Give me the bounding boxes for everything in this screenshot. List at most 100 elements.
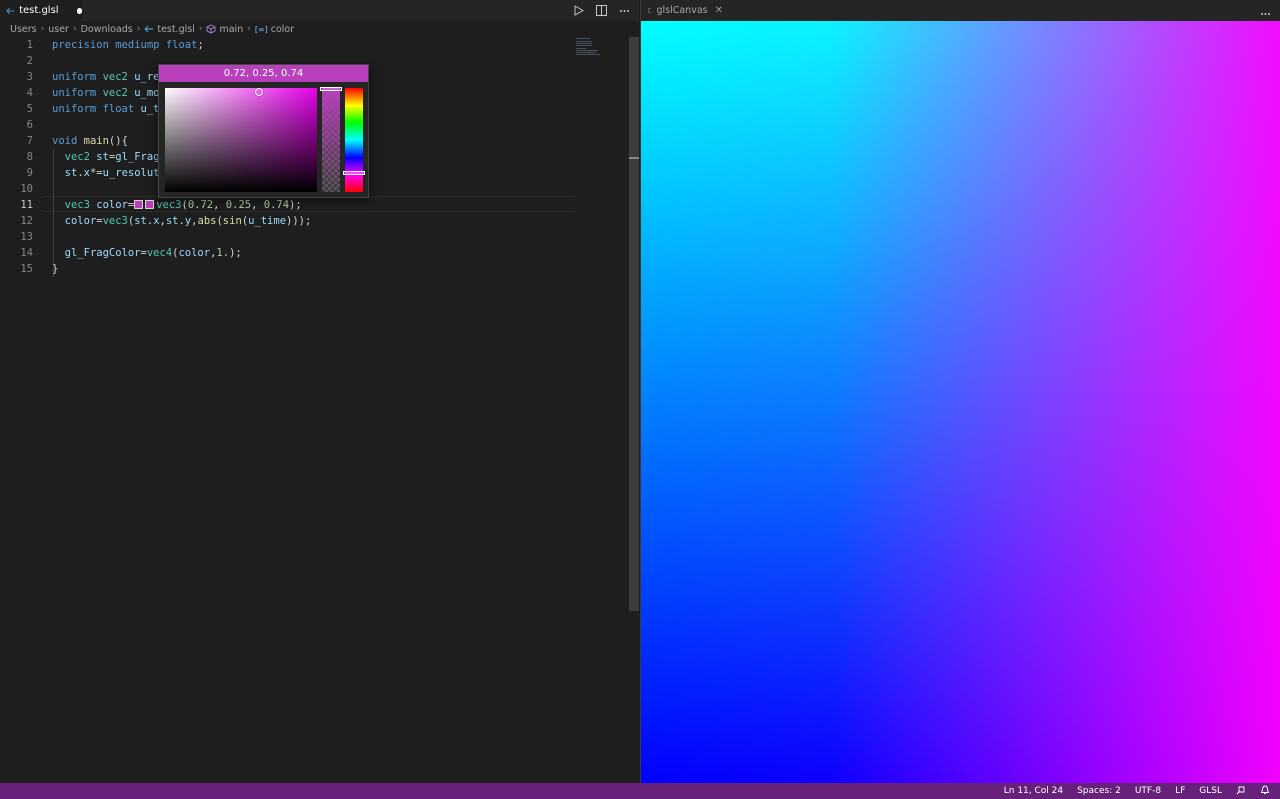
chevron-right-icon: › — [198, 24, 203, 34]
color-swatch-icon[interactable] — [145, 200, 155, 209]
code-token: vec2 — [102, 87, 128, 99]
breadcrumb: Users › user › Downloads › test.glsl › m… — [0, 21, 639, 37]
line-number: 11 — [20, 199, 33, 211]
more-actions-icon[interactable] — [618, 4, 631, 17]
line-number: 5 — [26, 103, 33, 115]
code-token: 0.72 — [187, 199, 214, 211]
breadcrumb-downloads[interactable]: Downloads — [81, 24, 133, 35]
code-text: uniform vec2 u_mo — [52, 85, 160, 101]
unsaved-dot-icon[interactable] — [76, 7, 82, 14]
code-text: uniform vec2 u_re — [52, 69, 160, 85]
minimap[interactable] — [576, 37, 626, 57]
shader-canvas[interactable] — [641, 21, 1280, 783]
code-token: ; — [197, 39, 204, 51]
code-token: float — [165, 39, 198, 51]
code-line[interactable]: 1 precision mediump float; — [0, 37, 628, 53]
indentation[interactable]: Spaces: 2 — [1077, 786, 1121, 796]
color-value-header[interactable]: 0.72, 0.25, 0.74 — [159, 65, 368, 82]
saturation-handle[interactable] — [255, 88, 263, 96]
code-token: abs — [197, 215, 217, 227]
code-token: st — [64, 167, 78, 179]
code-token: (){ — [108, 135, 128, 147]
editor-actions — [572, 0, 631, 21]
tab-glslcanvas[interactable]: glslCanvas ✕ — [641, 0, 723, 21]
code-token: u_mo — [134, 87, 160, 99]
code-text: } — [52, 261, 58, 277]
code-token: gl_FragColor — [64, 247, 141, 259]
breadcrumb-color[interactable]: color — [271, 24, 294, 35]
language-mode[interactable]: GLSL — [1199, 786, 1222, 796]
color-swatch-icon[interactable] — [134, 200, 144, 209]
code-text: void main(){ — [52, 133, 128, 149]
preview-tab-bar: glslCanvas ✕ — [641, 0, 1280, 21]
code-text: precision mediump float; — [52, 37, 204, 53]
hue-slider-handle[interactable] — [343, 171, 365, 175]
breadcrumb-user[interactable]: user — [48, 24, 69, 35]
split-editor-icon[interactable] — [595, 4, 608, 17]
code-token: } — [52, 263, 59, 275]
run-icon[interactable] — [572, 4, 585, 17]
chevron-right-icon: › — [136, 24, 141, 34]
code-token: 1. — [216, 247, 230, 259]
code-token: , — [251, 199, 264, 211]
code-token: uniform — [52, 103, 97, 115]
line-number: 1 — [26, 39, 33, 51]
code-token: st — [96, 151, 109, 163]
code-token: sin — [222, 215, 242, 227]
line-number: 9 — [26, 167, 33, 179]
close-icon[interactable]: ✕ — [715, 5, 723, 16]
saturation-brightness-box[interactable] — [165, 88, 317, 192]
tab-label: glslCanvas — [656, 5, 708, 16]
vertical-scrollbar[interactable] — [629, 37, 639, 611]
cursor-position[interactable]: Ln 11, Col 24 — [1004, 786, 1063, 796]
color-picker[interactable]: 0.72, 0.25, 0.74 — [158, 64, 369, 198]
encoding[interactable]: UTF-8 — [1135, 786, 1161, 796]
opacity-slider-handle[interactable] — [320, 87, 342, 91]
code-token: 0.74 — [263, 199, 290, 211]
file-icon — [648, 8, 652, 13]
color-value-text: 0.72, 0.25, 0.74 — [223, 68, 304, 79]
hue-slider[interactable] — [345, 88, 363, 192]
code-token: u_resolut — [102, 167, 160, 179]
code-text: gl_FragColor=vec4(color,1.); — [52, 245, 242, 261]
code-token: uniform — [52, 71, 97, 83]
end-of-line[interactable]: LF — [1175, 786, 1185, 796]
code-token: 0.25 — [225, 199, 252, 211]
feedback-icon[interactable] — [1236, 785, 1246, 798]
code-line[interactable]: 13 — [0, 229, 628, 245]
bell-icon[interactable] — [1260, 785, 1270, 798]
tab-test-glsl[interactable]: test.glsl — [0, 0, 82, 21]
code-token: main — [83, 135, 109, 147]
code-token: void — [52, 135, 78, 147]
line-number: 14 — [20, 247, 33, 259]
line-number: 13 — [20, 231, 33, 243]
line-number: 8 — [26, 151, 33, 163]
opacity-slider[interactable] — [322, 88, 340, 192]
breadcrumb-users[interactable]: Users — [10, 24, 37, 35]
code-text: color=vec3(st.x,st.y,abs(sin(u_time))); — [52, 213, 312, 229]
glsl-file-icon — [144, 25, 154, 33]
code-line[interactable]: 12 color=vec3(st.x,st.y,abs(sin(u_time))… — [0, 213, 628, 229]
breadcrumb-main[interactable]: main — [219, 24, 243, 35]
code-line[interactable]: 15} — [0, 261, 628, 277]
code-token: mediump — [115, 39, 160, 51]
tab-label: test.glsl — [19, 5, 59, 16]
code-token: precision — [52, 39, 109, 51]
line-number: 2 — [26, 55, 33, 67]
code-line[interactable]: 14 gl_FragColor=vec4(color,1.); — [0, 245, 628, 261]
code-token: gl_Frag — [115, 151, 160, 163]
code-token: u_t — [140, 103, 160, 115]
code-token: ); — [229, 247, 242, 259]
code-line[interactable]: 11 vec3 color= vec3(0.72, 0.25, 0.74); — [0, 197, 628, 213]
line-number: 4 — [26, 87, 33, 99]
line-number: 7 — [26, 135, 33, 147]
editor-tab-bar: test.glsl — [0, 0, 639, 21]
line-number: 10 — [20, 183, 33, 195]
code-token: vec2 — [102, 71, 128, 83]
code-token: vec3 — [156, 199, 182, 211]
breadcrumb-file[interactable]: test.glsl — [157, 24, 195, 35]
cube-method-icon — [207, 24, 216, 34]
chevron-right-icon: › — [72, 24, 77, 34]
